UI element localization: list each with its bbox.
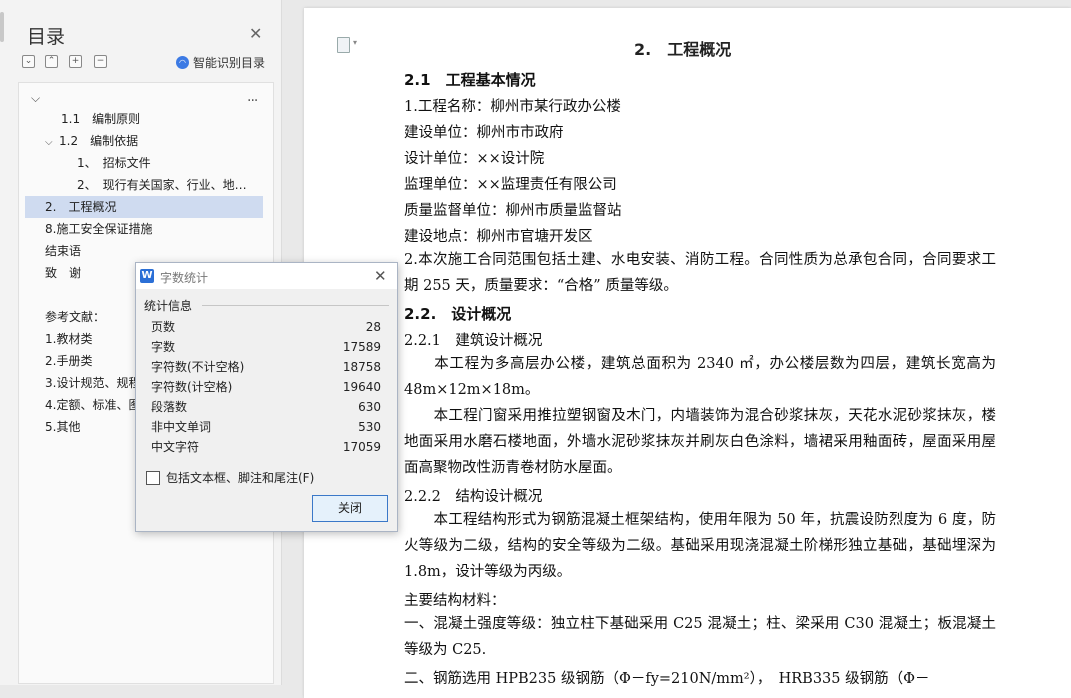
stat-row: 字符数(不计空格) 18758 — [151, 357, 381, 377]
subsection-heading: 2.2.1 建筑设计概况 — [404, 333, 543, 349]
subsection-heading: 2.2.2 结构设计概况 — [404, 489, 543, 505]
stat-value: 17589 — [342, 340, 381, 354]
doc-paragraph: 一、混凝土强度等级：独立柱下基础采用 C25 混凝土；柱、梁采用 C30 混凝土… — [404, 616, 996, 658]
chevron-down-icon[interactable]: ⌵ — [45, 132, 59, 154]
stat-label: 字符数(不计空格) — [151, 360, 245, 374]
dialog-titlebar[interactable]: W 字数统计 ✕ — [136, 263, 397, 289]
doc-paragraph: 本工程为多高层办公楼，建筑总面积为 2340 ㎡，办公楼层数为四层，建筑长宽高为… — [404, 356, 996, 398]
doc-line: 1.工程名称：柳州市某行政办公楼 — [404, 99, 621, 115]
toc-title: 目录 — [27, 26, 66, 48]
toc-item[interactable]: 2.手册类 — [45, 350, 92, 372]
expand-up-icon[interactable]: ⌃ — [45, 55, 58, 68]
doc-line: 建设单位：柳州市市政府 — [404, 125, 564, 141]
checkbox-label: 包括文本框、脚注和尾注(F) — [166, 471, 315, 485]
chevron-down-icon[interactable]: ⌵ — [31, 91, 40, 106]
checkbox-box[interactable] — [146, 470, 160, 485]
toc-item[interactable]: 4.定额、标准、图 — [45, 394, 140, 416]
section-heading: 2.1 工程基本情况 — [404, 71, 536, 89]
stat-value: 630 — [358, 400, 381, 414]
add-level-icon[interactable]: + — [69, 55, 82, 68]
stat-row: 中文字符 17059 — [151, 437, 381, 457]
toc-item[interactable]: 3.设计规范、规程 — [45, 372, 140, 394]
section-heading: 2.2. 设计概况 — [404, 305, 512, 323]
toc-item-label: 1.2 编制依据 — [59, 134, 139, 148]
stat-label: 段落数 — [151, 400, 188, 414]
remove-level-icon[interactable]: − — [94, 55, 107, 68]
toc-item[interactable]: 8.施工安全保证措施 — [45, 218, 152, 240]
stat-value: 19640 — [342, 380, 381, 394]
wps-logo-icon: W — [140, 269, 154, 283]
stat-row: 非中文单词 530 — [151, 417, 381, 437]
toc-item[interactable]: ⌵ 1.2 编制依据 — [45, 130, 138, 152]
toc-item[interactable]: 致 谢 — [45, 262, 81, 284]
stat-value: 28 — [365, 320, 381, 334]
stat-label: 非中文单词 — [151, 420, 212, 434]
toc-item[interactable]: 结束语 — [45, 240, 81, 262]
stat-row: 页数 28 — [151, 317, 381, 337]
caret-down-icon[interactable]: ▾ — [353, 38, 357, 47]
stat-row: 字符数(计空格) 19640 — [151, 377, 381, 397]
toc-item[interactable]: 1.教材类 — [45, 328, 92, 350]
close-button[interactable]: 关闭 — [312, 495, 388, 522]
stat-label: 字符数(计空格) — [151, 380, 233, 394]
toc-item[interactable]: 1.1 编制原则 — [61, 108, 140, 130]
toc-item-selected[interactable]: 2. 工程概况 — [25, 196, 263, 218]
doc-line: 监理单位：××监理责任有限公司 — [404, 177, 617, 193]
close-icon[interactable]: ✕ — [249, 24, 262, 43]
section-title: 2. 工程概况 — [634, 40, 732, 59]
toc-item[interactable]: 1、 招标文件 — [77, 152, 151, 174]
doc-line: 质量监督单位：柳州市质量监督站 — [404, 203, 622, 219]
stat-value: 18758 — [342, 360, 381, 374]
stat-value: 17059 — [342, 440, 381, 454]
stat-row: 段落数 630 — [151, 397, 381, 417]
group-divider — [202, 305, 389, 306]
smart-toc-label: 智能识别目录 — [193, 56, 266, 70]
stats-group-label: 统计信息 — [144, 299, 193, 313]
document-page[interactable]: ▾ 2. 工程概况 2.1 工程基本情况 1.工程名称：柳州市某行政办公楼 建设… — [304, 8, 1071, 698]
toc-item[interactable]: 参考文献： — [45, 306, 105, 328]
word-count-dialog: W 字数统计 ✕ 统计信息 页数 28 字数 17589 字符数(不计空格) 1… — [135, 262, 398, 532]
stat-value: 530 — [358, 420, 381, 434]
doc-paragraph: 2.本次施工合同范围包括土建、水电安装、消防工程。合同性质为总承包合同，合同要求… — [404, 252, 996, 294]
panel-grip[interactable] — [0, 12, 4, 42]
smart-ai-icon: ◠ — [176, 56, 189, 69]
toc-item[interactable]: 5.其他 — [45, 416, 80, 438]
doc-paragraph: 本工程结构形式为钢筋混凝土框架结构，使用年限为 50 年，抗震设防烈度为 6 度… — [404, 512, 996, 580]
doc-line: 设计单位：××设计院 — [404, 151, 545, 167]
stat-row: 字数 17589 — [151, 337, 381, 357]
include-textbox-checkbox[interactable]: 包括文本框、脚注和尾注(F) — [146, 469, 314, 486]
doc-line: 建设地点：柳州市官塘开发区 — [404, 229, 593, 245]
stat-label: 字数 — [151, 340, 176, 354]
doc-line: 主要结构材料： — [404, 593, 506, 609]
toc-item[interactable]: 2、 现行有关国家、行业、地… — [77, 174, 247, 196]
document-icon[interactable] — [337, 37, 350, 53]
doc-paragraph: 本工程门窗采用推拉塑钢窗及木门，内墙装饰为混合砂浆抹灰，天花水泥砂浆抹灰，楼地面… — [404, 408, 996, 476]
close-icon[interactable]: ✕ — [374, 267, 387, 285]
stat-label: 中文字符 — [151, 440, 200, 454]
stat-label: 页数 — [151, 320, 176, 334]
collapse-all-icon[interactable]: ⌄ — [22, 55, 35, 68]
smart-toc-button[interactable]: ◠ 智能识别目录 — [176, 54, 265, 71]
more-options-icon[interactable]: ... — [247, 89, 258, 105]
dialog-title: 字数统计 — [160, 271, 209, 285]
